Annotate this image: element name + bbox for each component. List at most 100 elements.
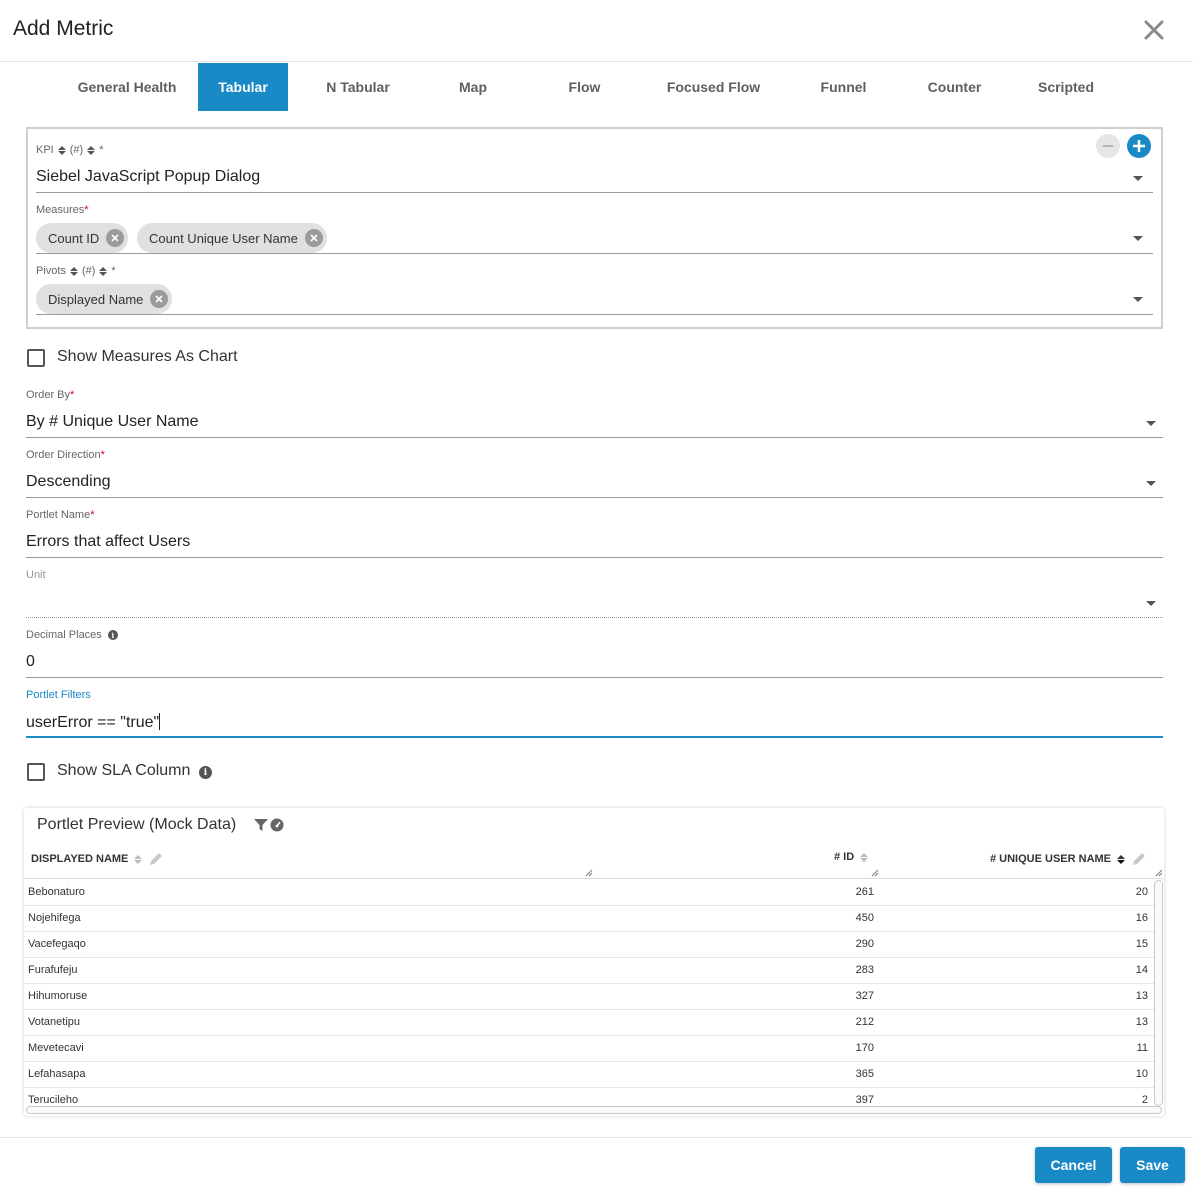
column-header-id[interactable]: # ID xyxy=(834,851,869,863)
column-header-unique-user-name[interactable]: # UNIQUE USER NAME xyxy=(990,851,1147,867)
decimal-places-underline xyxy=(26,677,1163,678)
sort-icon[interactable] xyxy=(134,854,143,864)
kpi-count-sort-icon[interactable] xyxy=(87,145,96,155)
pivots-label-text: Pivots xyxy=(36,265,66,277)
tab-focused-flow[interactable]: Focused Flow xyxy=(651,63,776,111)
gauge-icon[interactable] xyxy=(270,818,284,832)
portlet-name-input[interactable]: Errors that affect Users xyxy=(26,533,190,551)
order-by-label-text: Order By xyxy=(26,389,71,401)
cell-unique-user-name: 14 xyxy=(1135,964,1148,976)
preview-title: Portlet Preview (Mock Data) xyxy=(37,816,237,833)
pivots-count-sort-icon[interactable] xyxy=(99,266,108,276)
cell-id: 212 xyxy=(855,1016,874,1028)
kpi-dropdown-caret-icon[interactable] xyxy=(1133,176,1143,181)
text-cursor xyxy=(159,713,161,730)
cell-id: 450 xyxy=(855,912,874,924)
measures-underline xyxy=(36,253,1153,254)
order-direction-select[interactable]: Descending xyxy=(26,473,111,491)
measure-chip: Count Unique User Name xyxy=(137,223,327,253)
portlet-filters-label-text: Portlet Filters xyxy=(26,689,91,701)
sort-icon[interactable] xyxy=(860,852,869,862)
order-direction-caret-icon[interactable] xyxy=(1146,481,1156,486)
show-sla-column-checkbox[interactable] xyxy=(27,763,45,781)
pivots-underline xyxy=(36,314,1153,315)
measure-chip-label: Count Unique User Name xyxy=(149,230,298,246)
order-direction-required-mark: * xyxy=(100,449,105,461)
measure-chip: Count ID xyxy=(36,223,129,253)
row-divider xyxy=(24,957,1154,958)
decimal-places-label-text: Decimal Places xyxy=(26,629,102,641)
unit-label: Unit xyxy=(26,569,46,581)
cell-displayed-name: Vacefegaqo xyxy=(28,938,86,950)
remove-chip-icon[interactable] xyxy=(304,229,323,247)
cell-unique-user-name: 16 xyxy=(1135,912,1148,924)
row-divider xyxy=(24,905,1154,906)
tab-general-health[interactable]: General Health xyxy=(56,63,198,111)
cell-unique-user-name: 11 xyxy=(1136,1042,1148,1054)
horizontal-scrollbar[interactable] xyxy=(26,1106,1162,1114)
metric-type-tabs: General Health Tabular N Tabular Map Flo… xyxy=(56,63,1134,111)
pivots-dropdown-caret-icon[interactable] xyxy=(1133,297,1143,302)
portlet-filters-underline xyxy=(26,736,1163,738)
kpi-underline xyxy=(36,192,1153,193)
info-icon[interactable]: i xyxy=(107,630,118,640)
plus-icon xyxy=(1133,140,1145,152)
sla-info-icon[interactable]: i xyxy=(199,766,212,779)
order-by-underline xyxy=(26,437,1163,438)
portlet-filters-input[interactable]: userError == "true" xyxy=(26,713,161,732)
dialog-footer: Cancel Save xyxy=(0,1137,1193,1187)
decimal-places-input[interactable]: 0 xyxy=(26,653,35,671)
row-divider xyxy=(24,983,1154,984)
header-divider xyxy=(24,878,1164,879)
tab-funnel[interactable]: Funnel xyxy=(776,63,911,111)
measures-dropdown-caret-icon[interactable] xyxy=(1133,236,1143,241)
pivots-sort-icon[interactable] xyxy=(69,266,78,276)
column-resize-handle-icon[interactable] xyxy=(1155,869,1163,877)
pivots-required-mark: * xyxy=(111,265,116,277)
add-kpi-button[interactable] xyxy=(1127,134,1151,158)
pencil-icon[interactable] xyxy=(1131,851,1147,867)
tab-flow[interactable]: Flow xyxy=(518,63,651,111)
column-resize-handle-icon[interactable] xyxy=(585,869,593,877)
tab-n-tabular[interactable]: N Tabular xyxy=(288,63,428,111)
kpi-required-mark: * xyxy=(99,144,104,156)
sort-desc-icon[interactable] xyxy=(1117,854,1126,864)
remove-chip-icon[interactable] xyxy=(150,290,169,308)
order-by-select[interactable]: By # Unique User Name xyxy=(26,413,199,431)
portlet-filters-value: userError == "true" xyxy=(26,714,160,731)
show-measures-as-chart-checkbox[interactable] xyxy=(27,349,45,367)
tab-counter[interactable]: Counter xyxy=(911,63,998,111)
cell-displayed-name: Mevetecavi xyxy=(28,1042,84,1054)
pivots-label: Pivots (#) * xyxy=(36,265,116,277)
unit-underline xyxy=(26,617,1163,618)
row-divider xyxy=(24,1061,1154,1062)
measures-label: Measures* xyxy=(36,204,89,216)
column-header-label: # UNIQUE USER NAME xyxy=(990,853,1112,865)
kpi-group: KPI (#) * Siebel JavaScript Popup Dialog… xyxy=(26,127,1163,329)
unit-caret-icon[interactable] xyxy=(1146,601,1156,606)
cell-unique-user-name: 13 xyxy=(1135,1016,1148,1028)
column-resize-handle-icon[interactable] xyxy=(871,869,879,877)
close-icon[interactable] xyxy=(1141,17,1167,43)
tab-tabular[interactable]: Tabular xyxy=(198,63,288,111)
save-button[interactable]: Save xyxy=(1120,1147,1185,1183)
cell-displayed-name: Lefahasapa xyxy=(28,1068,86,1080)
vertical-scrollbar[interactable] xyxy=(1154,880,1163,1106)
pencil-icon[interactable] xyxy=(148,851,164,867)
minus-icon xyxy=(1103,145,1113,147)
pivot-chip: Displayed Name xyxy=(36,284,173,314)
order-by-caret-icon[interactable] xyxy=(1146,421,1156,426)
tab-scripted[interactable]: Scripted xyxy=(998,63,1134,111)
kpi-select-value[interactable]: Siebel JavaScript Popup Dialog xyxy=(36,168,260,186)
remove-chip-icon[interactable] xyxy=(106,229,125,247)
kpi-sort-icon[interactable] xyxy=(57,145,66,155)
filter-icon[interactable] xyxy=(253,818,269,832)
cell-id: 261 xyxy=(855,886,874,898)
cell-id: 290 xyxy=(855,938,874,950)
cell-unique-user-name: 10 xyxy=(1135,1068,1148,1080)
column-header-label: DISPLAYED NAME xyxy=(31,853,129,865)
cancel-button[interactable]: Cancel xyxy=(1035,1147,1112,1183)
tab-map[interactable]: Map xyxy=(428,63,518,111)
remove-kpi-button[interactable] xyxy=(1096,134,1120,158)
column-header-displayed-name[interactable]: DISPLAYED NAME xyxy=(31,851,164,867)
